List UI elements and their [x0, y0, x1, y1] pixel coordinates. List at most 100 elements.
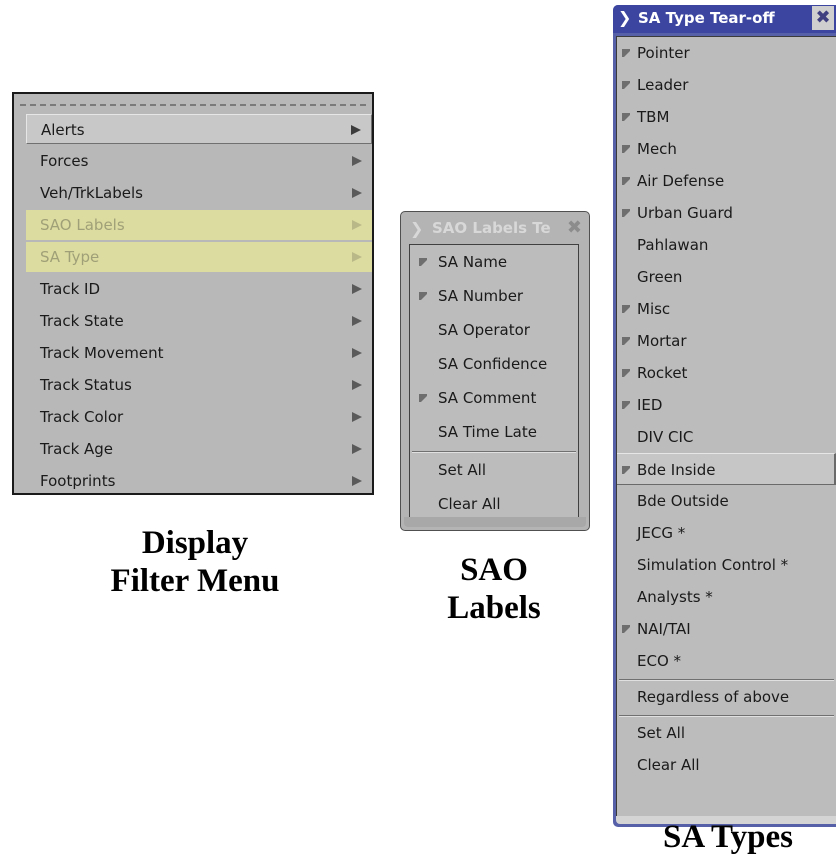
option-tbm[interactable]: TBM	[617, 101, 836, 133]
clear-all-button[interactable]: Clear All	[410, 487, 578, 521]
tear-off-line[interactable]	[20, 104, 366, 106]
option-regardless-of-above[interactable]: Regardless of above	[617, 681, 836, 713]
check-mark-icon	[622, 113, 630, 121]
menu-item-footprints[interactable]: Footprints	[26, 466, 372, 496]
menu-item-label: Track Status	[40, 376, 132, 394]
menu-item-alerts[interactable]: Alerts	[26, 114, 372, 144]
menu-item-sao-labels: SAO Labels	[26, 210, 372, 240]
sao-labels-list: SA Name SA Number SA Operator SA Confide…	[409, 244, 579, 524]
check-mark-icon	[622, 81, 630, 89]
option-label: Urban Guard	[637, 204, 733, 222]
menu-item-label: Alerts	[41, 121, 85, 139]
option-sa-operator[interactable]: SA Operator	[410, 313, 578, 347]
submenu-arrow-icon	[351, 125, 361, 135]
menu-item-label: Track Color	[40, 408, 124, 426]
menu-item-veh-trk-labels[interactable]: Veh/TrkLabels	[26, 178, 372, 208]
option-jecg[interactable]: JECG *	[617, 517, 836, 549]
submenu-arrow-icon	[352, 252, 362, 262]
submenu-arrow-icon	[352, 412, 362, 422]
sa-type-window: ❯ SA Type Tear-off ✖ Pointer Leader TBM …	[613, 5, 836, 827]
window-title: SAO Labels Te	[432, 219, 551, 237]
option-label: SA Operator	[438, 321, 530, 339]
menu-item-track-id[interactable]: Track ID	[26, 274, 372, 304]
submenu-arrow-icon	[352, 156, 362, 166]
option-leader[interactable]: Leader	[617, 69, 836, 101]
option-label: Misc	[637, 300, 671, 318]
option-eco[interactable]: ECO *	[617, 645, 836, 677]
option-label: DIV CIC	[637, 428, 694, 446]
option-rocket[interactable]: Rocket	[617, 357, 836, 389]
option-label: Bde Outside	[637, 492, 729, 510]
menu-item-label: Track Age	[40, 440, 114, 458]
option-label: Pointer	[637, 44, 690, 62]
option-green[interactable]: Green	[617, 261, 836, 293]
menu-item-forces[interactable]: Forces	[26, 146, 372, 176]
check-mark-icon	[622, 337, 630, 345]
check-mark-icon	[622, 209, 630, 217]
menu-item-label: Footprints	[40, 472, 116, 490]
menu-item-track-state[interactable]: Track State	[26, 306, 372, 336]
option-bde-outside[interactable]: Bde Outside	[617, 485, 836, 517]
option-label: SA Name	[438, 253, 508, 271]
chevron-down-icon[interactable]: ❯	[618, 8, 631, 27]
chevron-down-icon[interactable]: ❯	[410, 219, 423, 238]
option-mech[interactable]: Mech	[617, 133, 836, 165]
option-urban-guard[interactable]: Urban Guard	[617, 197, 836, 229]
option-label: NAI/TAI	[637, 620, 691, 638]
close-icon[interactable]: ✖	[567, 217, 582, 238]
option-simulation-control[interactable]: Simulation Control *	[617, 549, 836, 581]
display-filter-menu: Alerts Forces Veh/TrkLabels SAO Labels S…	[12, 92, 374, 495]
option-air-defense[interactable]: Air Defense	[617, 165, 836, 197]
submenu-arrow-icon	[352, 444, 362, 454]
window-bottom-frame[interactable]	[404, 517, 586, 527]
submenu-arrow-icon	[352, 188, 362, 198]
set-all-button[interactable]: Set All	[617, 717, 836, 749]
menu-item-track-color[interactable]: Track Color	[26, 402, 372, 432]
option-sa-name[interactable]: SA Name	[410, 245, 578, 279]
check-mark-icon	[622, 305, 630, 313]
menu-item-label: Veh/TrkLabels	[40, 184, 143, 202]
menu-item-label: SAO Labels	[40, 216, 125, 234]
submenu-arrow-icon	[352, 476, 362, 486]
sa-type-titlebar[interactable]: ❯ SA Type Tear-off ✖	[613, 5, 836, 33]
option-sa-time-late[interactable]: SA Time Late	[410, 415, 578, 449]
set-all-button[interactable]: Set All	[410, 453, 578, 487]
check-mark-icon	[622, 369, 630, 377]
option-bde-inside[interactable]: Bde Inside	[617, 453, 836, 485]
window-title: SA Type Tear-off	[638, 9, 775, 27]
option-nai-tai[interactable]: NAI/TAI	[617, 613, 836, 645]
option-label: Simulation Control *	[637, 556, 789, 574]
option-sa-confidence[interactable]: SA Confidence	[410, 347, 578, 381]
menu-item-track-movement[interactable]: Track Movement	[26, 338, 372, 368]
clear-all-button[interactable]: Clear All	[617, 749, 836, 781]
sa-type-list: Pointer Leader TBM Mech Air Defense Urba…	[616, 36, 836, 818]
option-label: Mortar	[637, 332, 687, 350]
sao-labels-titlebar[interactable]: ❯ SAO Labels Te ✖	[404, 215, 586, 241]
check-mark-icon	[622, 401, 630, 409]
check-mark-icon	[622, 177, 630, 185]
option-div-cic[interactable]: DIV CIC	[617, 421, 836, 453]
menu-item-track-age[interactable]: Track Age	[26, 434, 372, 464]
option-sa-number[interactable]: SA Number	[410, 279, 578, 313]
menu-item-track-status[interactable]: Track Status	[26, 370, 372, 400]
option-misc[interactable]: Misc	[617, 293, 836, 325]
option-label: Mech	[637, 140, 677, 158]
option-label: SA Time Late	[438, 423, 537, 441]
option-label: Green	[637, 268, 683, 286]
menu-item-label: SA Type	[40, 248, 100, 266]
close-icon[interactable]: ✖	[812, 6, 834, 30]
submenu-arrow-icon	[352, 348, 362, 358]
option-pahlawan[interactable]: Pahlawan	[617, 229, 836, 261]
submenu-arrow-icon	[352, 380, 362, 390]
option-ied[interactable]: IED	[617, 389, 836, 421]
option-pointer[interactable]: Pointer	[617, 37, 836, 69]
caption-sao-labels: SAO Labels	[404, 551, 584, 627]
check-mark-icon	[622, 466, 630, 474]
option-label: SA Number	[438, 287, 524, 305]
option-analysts[interactable]: Analysts *	[617, 581, 836, 613]
option-label: SA Confidence	[438, 355, 548, 373]
option-sa-comment[interactable]: SA Comment	[410, 381, 578, 415]
option-mortar[interactable]: Mortar	[617, 325, 836, 357]
option-label: Clear All	[637, 756, 700, 774]
menu-item-sa-type: SA Type	[26, 242, 372, 272]
